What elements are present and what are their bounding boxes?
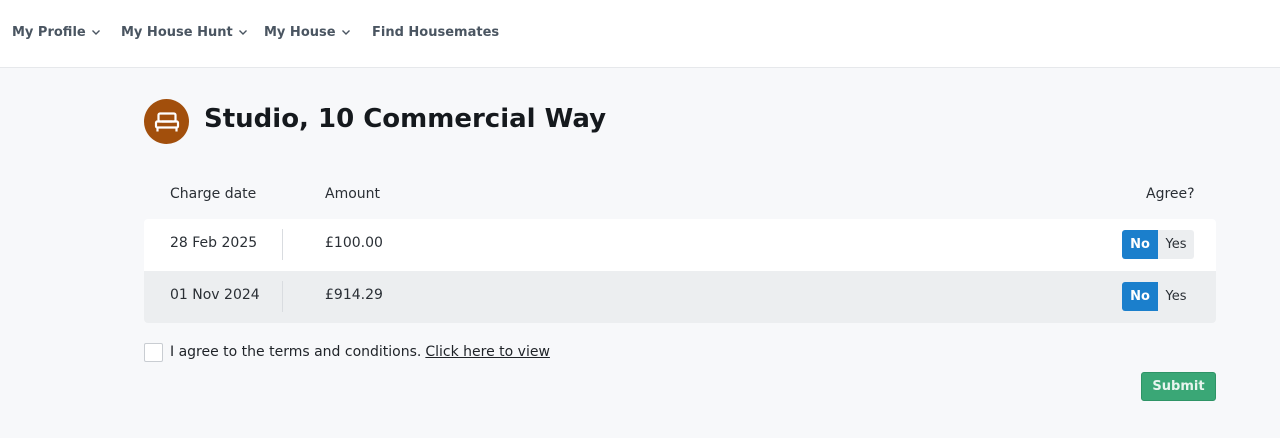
top-navigation: My Profile My House Hunt My House Find H… (0, 0, 1280, 68)
terms-link[interactable]: Click here to view (425, 344, 550, 360)
nav-label: My House (264, 24, 336, 40)
chevron-down-icon (238, 27, 248, 37)
chevron-down-icon (91, 27, 101, 37)
column-header-amount: Amount (325, 186, 381, 202)
nav-my-house[interactable]: My House (264, 22, 351, 42)
table-row: 28 Feb 2025 £100.00 No Yes (144, 219, 1216, 271)
agree-toggle: No Yes (1122, 230, 1194, 259)
agree-no-button[interactable]: No (1122, 282, 1158, 311)
nav-label: My Profile (12, 24, 86, 40)
nav-find-housemates[interactable]: Find Housemates (372, 22, 499, 42)
charge-date-cell: 01 Nov 2024 (170, 287, 260, 303)
column-header-agree: Agree? (1146, 186, 1195, 202)
agree-no-button[interactable]: No (1122, 230, 1158, 259)
agree-yes-button[interactable]: Yes (1158, 282, 1194, 311)
nav-my-house-hunt[interactable]: My House Hunt (121, 22, 248, 42)
column-header-charge-date: Charge date (170, 186, 257, 202)
terms-agreement: I agree to the terms and conditions. Cli… (144, 342, 550, 362)
bed-icon (144, 99, 189, 144)
page-title: Studio, 10 Commercial Way (204, 104, 607, 134)
amount-cell: £100.00 (325, 235, 383, 251)
charge-date-cell: 28 Feb 2025 (170, 235, 258, 251)
nav-label: Find Housemates (372, 24, 500, 40)
nav-my-profile[interactable]: My Profile (12, 22, 101, 42)
chevron-down-icon (341, 27, 351, 37)
agree-toggle: No Yes (1122, 282, 1194, 311)
terms-checkbox[interactable] (144, 342, 163, 362)
column-divider (282, 229, 283, 260)
table-row: 01 Nov 2024 £914.29 No Yes (144, 271, 1216, 323)
terms-text: I agree to the terms and conditions. (170, 344, 422, 360)
column-divider (282, 281, 283, 312)
submit-button[interactable]: Submit (1141, 372, 1216, 401)
nav-label: My House Hunt (121, 24, 233, 40)
amount-cell: £914.29 (325, 287, 383, 303)
agree-yes-button[interactable]: Yes (1158, 230, 1194, 259)
